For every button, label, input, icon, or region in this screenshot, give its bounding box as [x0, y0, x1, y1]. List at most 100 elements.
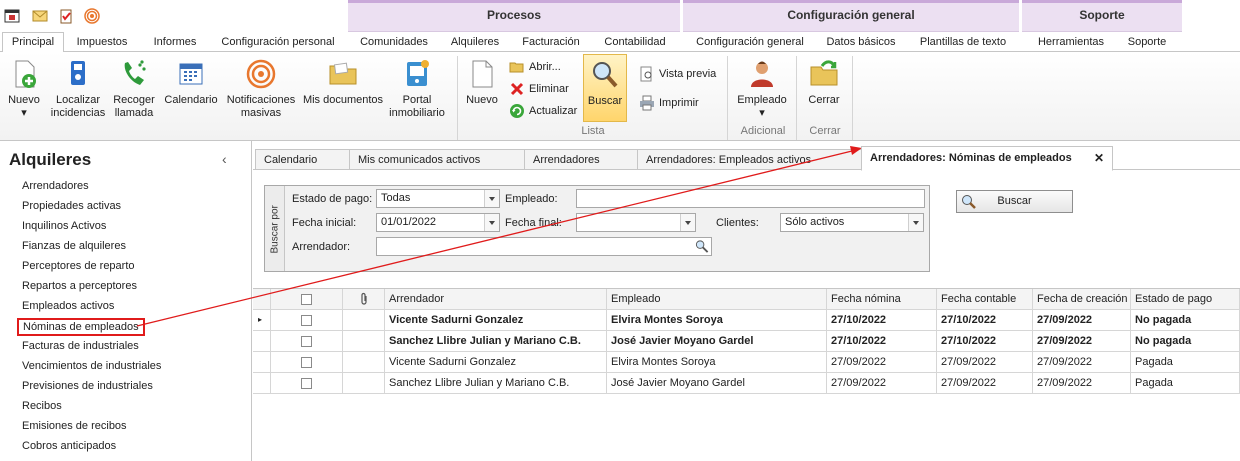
mis-documentos-button[interactable]: Mis documentos — [302, 58, 384, 107]
cell-empleado[interactable]: Elvira Montes Soroya — [607, 310, 827, 331]
doc-tab-empleados-activos[interactable]: Arrendadores: Empleados activos — [637, 149, 863, 170]
cell-fecha-creacion[interactable]: 27/09/2022 — [1033, 310, 1131, 331]
nav-item-facturas-industriales[interactable]: Facturas de industriales — [22, 340, 139, 352]
tab-principal[interactable]: Principal — [2, 32, 64, 53]
chevron-down-icon[interactable] — [484, 214, 499, 231]
clientes-select[interactable]: Sólo activos — [780, 213, 924, 232]
nav-item-perceptores[interactable]: Perceptores de reparto — [22, 260, 135, 272]
doc-tab-calendario[interactable]: Calendario — [255, 149, 351, 170]
chevron-down-icon[interactable] — [908, 214, 923, 231]
nav-item-recibos[interactable]: Recibos — [22, 400, 62, 412]
vista-previa-button[interactable]: Vista previa — [639, 65, 716, 83]
tab-impuestos[interactable]: Impuestos — [70, 33, 134, 53]
cell-fecha-contable[interactable]: 27/09/2022 — [937, 352, 1033, 373]
nav-item-previsiones[interactable]: Previsiones de industriales — [22, 380, 153, 392]
eliminar-button[interactable]: Eliminar — [509, 80, 569, 98]
fecha-final-field[interactable] — [576, 213, 696, 232]
cell-empleado[interactable]: José Javier Moyano Gardel — [607, 331, 827, 352]
cell-estado-pago[interactable]: No pagada — [1131, 331, 1240, 352]
column-header-fecha-contable[interactable]: Fecha contable — [937, 289, 1033, 310]
close-icon[interactable]: ✕ — [1094, 147, 1104, 170]
cell-fecha-contable[interactable]: 27/10/2022 — [937, 310, 1033, 331]
column-header-fecha-nomina[interactable]: Fecha nómina — [827, 289, 937, 310]
app-icon[interactable] — [4, 8, 20, 24]
cell-empleado[interactable]: Elvira Montes Soroya — [607, 352, 827, 373]
imprimir-button[interactable]: Imprimir — [639, 94, 699, 112]
mail-icon[interactable] — [32, 8, 48, 24]
tab-plantillas-de-texto[interactable]: Plantillas de texto — [914, 33, 1012, 53]
tab-alquileres[interactable]: Alquileres — [446, 33, 504, 53]
tab-comunidades[interactable]: Comunidades — [356, 33, 432, 53]
nav-item-nominas-de-empleados[interactable]: Nóminas de empleados — [17, 318, 145, 336]
cell-fecha-nomina[interactable]: 27/10/2022 — [827, 310, 937, 331]
buscar-button[interactable]: Buscar — [956, 190, 1073, 213]
broadcast-icon[interactable] — [84, 8, 100, 24]
cerrar-button[interactable]: Cerrar — [802, 58, 846, 107]
chevron-down-icon[interactable] — [680, 214, 695, 231]
nav-item-empleados-activos[interactable]: Empleados activos — [22, 300, 114, 312]
actualizar-button[interactable]: Actualizar — [509, 102, 577, 120]
cell-arrendador[interactable]: Vicente Sadurni Gonzalez — [385, 352, 607, 373]
chevron-down-icon[interactable] — [484, 190, 499, 207]
tab-contabilidad[interactable]: Contabilidad — [600, 33, 670, 53]
doc-tab-arrendadores[interactable]: Arrendadores — [524, 149, 638, 170]
cell-fecha-creacion[interactable]: 27/09/2022 — [1033, 373, 1131, 394]
cell-empleado[interactable]: José Javier Moyano Gardel — [607, 373, 827, 394]
cell-fecha-contable[interactable]: 27/09/2022 — [937, 373, 1033, 394]
empleado-field[interactable] — [576, 189, 925, 208]
row-checkbox[interactable] — [271, 352, 343, 373]
empleado-button[interactable]: Empleado ▾ — [733, 58, 791, 120]
cell-fecha-creacion[interactable]: 27/09/2022 — [1033, 331, 1131, 352]
search-icon[interactable] — [694, 239, 710, 254]
estado-pago-select[interactable]: Todas — [376, 189, 500, 208]
doc-tab-mis-comunicados[interactable]: Mis comunicados activos — [349, 149, 525, 170]
tab-soporte[interactable]: Soporte — [1122, 33, 1172, 53]
row-checkbox[interactable] — [271, 310, 343, 331]
nav-item-repartos[interactable]: Repartos a perceptores — [22, 280, 137, 292]
portal-inmobiliario-button[interactable]: Portal inmobiliario — [388, 58, 446, 120]
cell-fecha-nomina[interactable]: 27/09/2022 — [827, 373, 937, 394]
calendario-button[interactable]: Calendario — [162, 58, 220, 107]
tab-herramientas[interactable]: Herramientas — [1034, 33, 1108, 53]
tab-configuracion-personal[interactable]: Configuración personal — [216, 33, 340, 53]
cell-fecha-contable[interactable]: 27/10/2022 — [937, 331, 1033, 352]
column-header-estado-pago[interactable]: Estado de pago — [1131, 289, 1240, 310]
nav-item-cobros-anticipados[interactable]: Cobros anticipados — [22, 440, 116, 452]
cell-estado-pago[interactable]: No pagada — [1131, 310, 1240, 331]
localizar-incidencias-button[interactable]: Localizar incidencias — [50, 58, 106, 120]
fecha-inicial-field[interactable]: 01/01/2022 — [376, 213, 500, 232]
column-header-empleado[interactable]: Empleado — [607, 289, 827, 310]
cell-fecha-creacion[interactable]: 27/09/2022 — [1033, 352, 1131, 373]
checkbox-icon[interactable] — [301, 293, 312, 305]
cell-fecha-nomina[interactable]: 27/09/2022 — [827, 352, 937, 373]
cell-arrendador[interactable]: Sanchez Llibre Julian y Mariano C.B. — [385, 373, 607, 394]
collapse-icon[interactable]: ‹ — [222, 151, 227, 167]
cell-arrendador[interactable]: Sanchez Llibre Julian y Mariano C.B. — [385, 331, 607, 352]
column-header-arrendador[interactable]: Arrendador — [385, 289, 607, 310]
recoger-llamada-button[interactable]: Recoger llamada — [110, 58, 158, 120]
doc-tab-nominas-de-empleados[interactable]: Arrendadores: Nóminas de empleados ✕ — [861, 146, 1113, 171]
nav-item-arrendadores[interactable]: Arrendadores — [22, 180, 89, 192]
nav-item-inquilinos-activos[interactable]: Inquilinos Activos — [22, 220, 106, 232]
nuevo-lista-button[interactable]: Nuevo — [462, 58, 502, 107]
tab-datos-basicos[interactable]: Datos básicos — [822, 33, 900, 53]
cell-fecha-nomina[interactable]: 27/10/2022 — [827, 331, 937, 352]
nav-item-propiedades-activas[interactable]: Propiedades activas — [22, 200, 121, 212]
arrendador-field[interactable] — [376, 237, 712, 256]
cell-estado-pago[interactable]: Pagada — [1131, 373, 1240, 394]
tab-configuracion-general[interactable]: Configuración general — [692, 33, 808, 53]
nav-item-fianzas[interactable]: Fianzas de alquileres — [22, 240, 126, 252]
row-checkbox[interactable] — [271, 373, 343, 394]
nav-item-vencimientos[interactable]: Vencimientos de industriales — [22, 360, 161, 372]
abrir-button[interactable]: Abrir... — [509, 58, 561, 76]
attachment-column-header[interactable] — [343, 289, 385, 310]
column-header-fecha-creacion[interactable]: Fecha de creación — [1033, 289, 1131, 310]
nav-item-emisiones[interactable]: Emisiones de recibos — [22, 420, 127, 432]
tab-facturacion[interactable]: Facturación — [518, 33, 584, 53]
select-all-checkbox[interactable] — [271, 289, 343, 310]
notificaciones-masivas-button[interactable]: Notificaciones masivas — [224, 58, 298, 120]
cell-arrendador[interactable]: Vicente Sadurni Gonzalez — [385, 310, 607, 331]
row-checkbox[interactable] — [271, 331, 343, 352]
clipboard-check-icon[interactable] — [58, 8, 74, 24]
nuevo-button[interactable]: Nuevo ▾ — [4, 58, 44, 120]
